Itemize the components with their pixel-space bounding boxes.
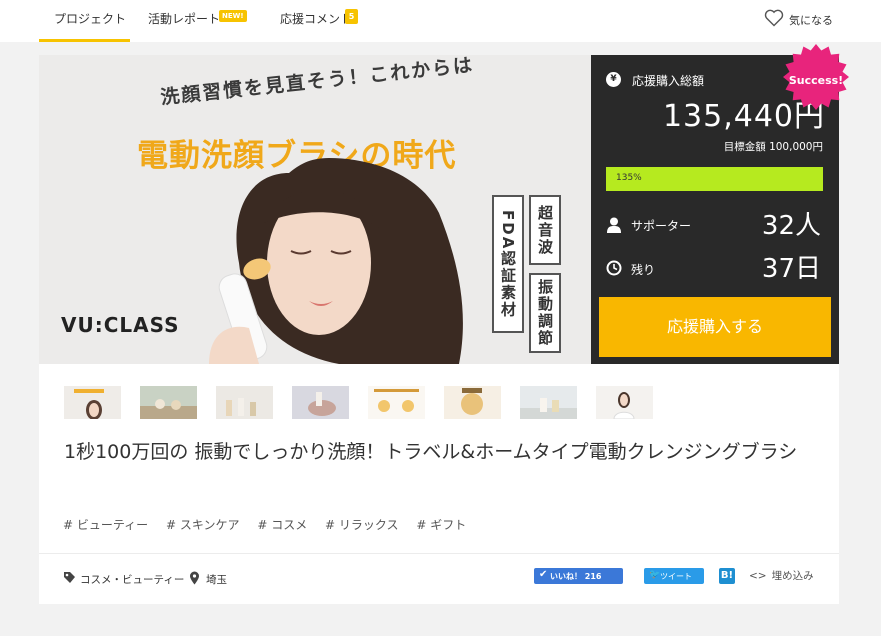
code-icon: <> bbox=[749, 570, 767, 582]
remaining-value: 37日 bbox=[761, 254, 821, 284]
thumbnail-6[interactable] bbox=[444, 386, 501, 419]
project-card: 洗顔習慣を見直そう！これからは 電動洗顔ブラシの時代 VU:CLASS FDA認… bbox=[39, 44, 849, 604]
thumbnail-4[interactable] bbox=[292, 386, 349, 419]
supporters-value: 32人 bbox=[761, 211, 821, 241]
hero-image: 洗顔習慣を見直そう！これからは 電動洗顔ブラシの時代 VU:CLASS FDA認… bbox=[39, 55, 591, 364]
success-badge: Success! bbox=[782, 43, 850, 115]
user-icon bbox=[607, 217, 621, 233]
supporters-label: サポーター bbox=[631, 219, 692, 233]
progress-bar: 135% bbox=[606, 167, 823, 191]
brand-logo: VU:CLASS bbox=[61, 313, 180, 337]
new-badge: NEW! bbox=[219, 10, 247, 22]
thumbnail-2[interactable] bbox=[140, 386, 197, 419]
embed-link[interactable]: <> 埋め込み bbox=[749, 568, 814, 583]
map-pin-icon bbox=[190, 571, 199, 585]
tag-cosme[interactable]: # コスメ bbox=[257, 518, 307, 532]
embed-label: 埋め込み bbox=[771, 570, 814, 582]
heart-icon bbox=[764, 9, 784, 27]
favorite-label: 気になる bbox=[789, 14, 833, 27]
thumbnail-3[interactable] bbox=[216, 386, 273, 419]
support-purchase-button[interactable]: 応援購入する bbox=[599, 297, 831, 357]
tab-activity-report-label: 活動レポート bbox=[148, 12, 221, 26]
tag-icon bbox=[64, 572, 75, 583]
twitter-bird-icon: 🐦 bbox=[649, 570, 661, 580]
tag-list: # ビューティー # スキンケア # コスメ # リラックス # ギフト bbox=[63, 516, 480, 533]
goal-amount: 目標金額 100,000円 bbox=[723, 141, 823, 153]
model-illustration bbox=[209, 158, 463, 364]
tab-project-label: プロジェクト bbox=[54, 12, 127, 26]
tag-relax[interactable]: # リラックス bbox=[325, 518, 399, 532]
like-label: いいね！ 216 bbox=[550, 572, 602, 581]
tab-support-comments-label: 応援コメント bbox=[280, 12, 353, 26]
hatena-bookmark-button[interactable]: B! bbox=[719, 568, 735, 584]
like-button[interactable]: ✔ いいね！ 216 bbox=[534, 568, 623, 584]
tag-skincare[interactable]: # スキンケア bbox=[166, 518, 240, 532]
tweet-button[interactable]: 🐦 ツイート bbox=[644, 568, 704, 584]
vibration-box: 振動調節 bbox=[529, 273, 561, 353]
total-label: 応援購入総額 bbox=[632, 74, 705, 88]
tab-support-comments[interactable]: 応援コメント 5 bbox=[280, 0, 380, 42]
location-label: 埼玉 bbox=[206, 574, 227, 586]
clock-icon bbox=[606, 260, 622, 276]
hero-headline: 洗顔習慣を見直そう！これからは bbox=[159, 55, 476, 109]
remaining-label: 残り bbox=[631, 263, 656, 277]
category-label: コスメ・ビューティー bbox=[80, 574, 185, 586]
top-nav: プロジェクト 活動レポート NEW! 応援コメント 5 気になる bbox=[0, 0, 881, 42]
progress-text: 135% bbox=[616, 173, 642, 183]
thumbnail-8[interactable] bbox=[596, 386, 653, 419]
thumbnail-1[interactable] bbox=[64, 386, 121, 419]
funding-panel: ¥ 応援購入総額 135,440円 目標金額 100,000円 135% サポー… bbox=[591, 44, 849, 364]
project-title: 1秒100万回の 振動でしっかり洗顔！トラベル&ホームタイプ電動クレンジングブラ… bbox=[64, 441, 798, 463]
yen-icon: ¥ bbox=[606, 72, 621, 87]
tab-project[interactable]: プロジェクト bbox=[39, 0, 130, 42]
check-icon: ✔ bbox=[539, 569, 548, 580]
tweet-label: ツイート bbox=[660, 572, 692, 581]
tag-beauty[interactable]: # ビューティー bbox=[63, 518, 148, 532]
tab-activity-report[interactable]: 活動レポート NEW! bbox=[148, 0, 268, 42]
thumbnail-7[interactable] bbox=[520, 386, 577, 419]
tag-gift[interactable]: # ギフト bbox=[416, 518, 466, 532]
divider bbox=[39, 553, 839, 554]
success-badge-text: Success! bbox=[788, 74, 844, 87]
fda-box: FDA認証素材 bbox=[492, 195, 524, 333]
comment-count-badge: 5 bbox=[345, 9, 358, 24]
thumbnail-5[interactable] bbox=[368, 386, 425, 419]
ultrasonic-box: 超音波 bbox=[529, 195, 561, 265]
